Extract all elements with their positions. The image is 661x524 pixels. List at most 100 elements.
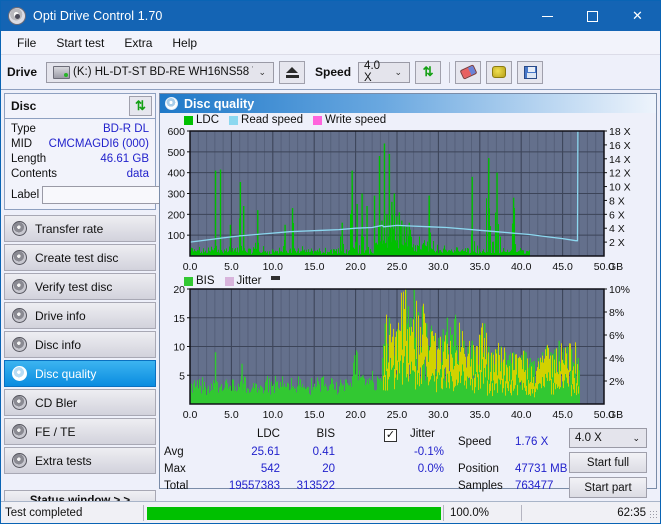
svg-text:10 X: 10 X	[609, 182, 631, 194]
save-button[interactable]	[517, 60, 544, 84]
sidebar-item-disc-quality[interactable]: Disc quality	[4, 360, 156, 387]
content-panel: Disc quality LDC Read speed Write speed	[159, 93, 657, 499]
status-bar: Test completed 100.0% 62:35	[1, 501, 660, 523]
refresh-icon: ⇅	[422, 64, 434, 79]
ldc-chart-legend: LDC Read speed Write speed	[184, 114, 392, 126]
menu-file[interactable]: File	[8, 33, 45, 53]
stats-header-jitter: Jitter	[410, 428, 435, 441]
svg-text:600: 600	[167, 126, 185, 138]
sidebar-item-cd-bler[interactable]: CD Bler	[4, 389, 156, 416]
sidebar-item-extra-tests[interactable]: Extra tests	[4, 447, 156, 474]
disc-tools-button[interactable]	[486, 60, 513, 84]
svg-text:10%: 10%	[609, 284, 630, 296]
sidebar-item-disc-info[interactable]: Disc info	[4, 331, 156, 358]
stats-row-label-avg: Avg	[164, 446, 184, 459]
speed-label: Speed	[315, 65, 352, 79]
menu-help[interactable]: Help	[163, 33, 206, 53]
svg-text:5.0: 5.0	[224, 261, 239, 273]
stats-speed-select[interactable]: 4.0 X ⌄	[569, 428, 647, 449]
disc-title: Disc	[11, 99, 37, 113]
close-icon: ✕	[632, 8, 643, 23]
disc-refresh-button[interactable]: ⇅	[129, 96, 152, 116]
svg-text:5.0: 5.0	[224, 409, 239, 421]
svg-text:GB: GB	[608, 409, 623, 421]
svg-text:4 X: 4 X	[609, 224, 625, 236]
svg-text:30.0: 30.0	[428, 261, 449, 273]
start-part-button[interactable]: Start part	[569, 477, 647, 499]
start-full-button[interactable]: Start full	[569, 452, 647, 474]
sidebar-item-verify-test-disc[interactable]: Verify test disc	[4, 273, 156, 300]
window-controls: ✕	[525, 1, 660, 31]
disc-icon	[165, 97, 178, 111]
disc-value: BD-R DL	[102, 123, 149, 135]
svg-text:0.0: 0.0	[183, 409, 198, 421]
legend-item-write-speed: Write speed	[313, 114, 386, 126]
disc-key: MID	[11, 138, 33, 150]
stats-jitter-avg: -0.1%	[413, 446, 444, 459]
drive-label: Drive	[7, 65, 38, 79]
erase-button[interactable]	[455, 60, 482, 84]
menu-start-test[interactable]: Start test	[47, 33, 113, 53]
svg-text:10.0: 10.0	[263, 261, 284, 273]
disc-icon	[12, 279, 27, 294]
legend-swatch	[184, 276, 193, 286]
svg-text:6%: 6%	[609, 330, 624, 342]
stats-bis-max: 20	[322, 463, 335, 476]
svg-text:45.0: 45.0	[552, 261, 573, 273]
ldc-chart-svg: 100 200 300 400 500 600 2 X4 X 6 X 8 X 10 X 12 X 14…	[167, 126, 631, 273]
stats-ldc-max: 542	[260, 463, 280, 476]
svg-text:14 X: 14 X	[609, 154, 631, 166]
svg-text:8%: 8%	[609, 307, 624, 319]
sidebar-item-create-test-disc[interactable]: Create test disc	[4, 244, 156, 271]
svg-text:45.0: 45.0	[552, 409, 573, 421]
progress-percent: 100.0%	[443, 504, 521, 521]
legend-item-bis: BIS	[184, 275, 215, 287]
svg-text:5: 5	[179, 371, 185, 383]
disc-info-rows: Type BD-R DL MID CMCMAGDI6 (000) Length …	[5, 119, 218, 209]
jitter-checkbox[interactable]: ✓	[384, 429, 397, 443]
panel-header: Disc quality	[160, 94, 656, 114]
disc-icon	[8, 7, 26, 25]
progress-bar-fill	[147, 506, 441, 520]
speed-select[interactable]: 4.0 X ⌄	[358, 60, 411, 84]
stats-bis-total: 313522	[296, 480, 335, 493]
legend-label: BIS	[196, 275, 215, 288]
svg-text:500: 500	[167, 147, 185, 159]
drive-icon	[53, 65, 71, 79]
disc-key: Contents	[11, 168, 58, 180]
disc-row-contents: Contents data	[11, 167, 149, 182]
disc-key: Type	[11, 123, 36, 135]
sidebar-item-transfer-rate[interactable]: Transfer rate	[4, 215, 156, 242]
resize-grip-icon[interactable]	[649, 510, 659, 520]
legend-item-read-speed: Read speed	[229, 114, 303, 126]
svg-text:35.0: 35.0	[470, 261, 491, 273]
sidebar-item-fe-te[interactable]: FE / TE	[4, 418, 156, 445]
svg-text:35.0: 35.0	[470, 409, 491, 421]
svg-text:0.0: 0.0	[183, 261, 198, 273]
sidebar: Disc ⇅ Type BD-R DL MID CMCMAGDI6 (000)	[1, 90, 218, 512]
legend-swatch	[224, 276, 234, 286]
disc-info-header: Disc ⇅	[5, 94, 155, 119]
stats-panel: LDC BIS ✓ Jitter Avg 25.61 0.41 -0.1% Ma…	[160, 425, 656, 499]
disc-row-length: Length 46.61 GB	[11, 152, 149, 167]
stats-header-ldc: LDC	[256, 428, 280, 441]
svg-text:15.0: 15.0	[304, 261, 325, 273]
svg-text:10.0: 10.0	[263, 409, 284, 421]
sidebar-item-drive-info[interactable]: Drive info	[4, 302, 156, 329]
minimize-button[interactable]	[525, 1, 570, 31]
eject-button[interactable]	[279, 60, 306, 84]
svg-text:30.0: 30.0	[428, 409, 449, 421]
drive-select[interactable]: (K:) HL-DT-ST BD-RE WH16NS58 TST4 ⌄	[46, 61, 275, 83]
menu-extra[interactable]: Extra	[115, 33, 161, 53]
sidebar-item-label: FE / TE	[35, 424, 76, 439]
disc-value: 46.61 GB	[100, 153, 149, 165]
stats-row-label-max: Max	[164, 463, 186, 476]
refresh-button[interactable]: ⇅	[415, 60, 442, 84]
save-icon	[523, 65, 537, 79]
stats-jitter-max: 0.0%	[417, 463, 444, 476]
close-button[interactable]: ✕	[615, 1, 660, 31]
maximize-button[interactable]	[570, 1, 615, 31]
disc-icon	[12, 424, 27, 439]
svg-text:100: 100	[167, 231, 185, 243]
svg-text:18 X: 18 X	[609, 126, 631, 138]
